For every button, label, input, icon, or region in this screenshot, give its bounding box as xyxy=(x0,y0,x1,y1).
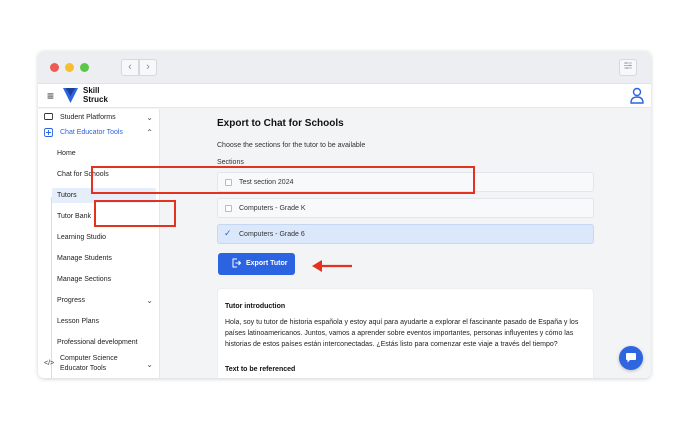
chat-bubble-icon xyxy=(626,353,636,363)
tutor-introduction-heading: Tutor introduction xyxy=(225,303,286,310)
chevron-down-icon: ⌄ xyxy=(146,296,153,305)
logo-text: Skill Struck xyxy=(83,86,108,104)
close-window-button[interactable] xyxy=(50,63,59,72)
sections-label: Sections xyxy=(217,159,244,166)
submenu-divider xyxy=(51,197,52,378)
sidebar-item-progress[interactable]: Progress ⌄ xyxy=(52,293,156,308)
back-button[interactable]: ‹ xyxy=(121,59,139,76)
main-content: Export to Chat for Schools Choose the se… xyxy=(161,109,651,378)
sidebar-item-label: Chat Educator Tools xyxy=(60,129,123,136)
sidebar-item-label-line-2: Educator Tools xyxy=(60,365,107,372)
sidebar-item-chat-educator-tools[interactable]: Chat Educator Tools ⌃ xyxy=(38,126,160,142)
sidebar-item-label: Tutor Bank xyxy=(57,213,91,220)
skillstruck-logo-icon xyxy=(63,88,78,103)
sidebar-item-home[interactable]: Home xyxy=(52,146,156,161)
sidebar-item-label-line-1: Computer Science xyxy=(60,355,118,362)
chat-support-button[interactable] xyxy=(619,346,643,370)
logo-line-1: Skill xyxy=(83,86,100,95)
section-option-label: Computers - Grade 6 xyxy=(239,231,305,238)
page-title: Export to Chat for Schools xyxy=(217,118,344,129)
sidebar-item-label: Computer Science Educator Tools xyxy=(60,354,118,374)
export-tutor-button[interactable]: Export Tutor xyxy=(218,253,295,275)
minimize-window-button[interactable] xyxy=(65,63,74,72)
section-option-computers-grade-6[interactable]: ✓ Computers - Grade 6 xyxy=(217,224,594,244)
tutor-introduction-text: Hola, soy tu tutor de historia española … xyxy=(225,319,579,348)
sidebar-item-label: Professional development xyxy=(57,339,138,346)
sidebar-item-computer-science-educator-tools[interactable]: </> Computer Science Educator Tools ⌄ xyxy=(38,353,160,377)
logo-line-2: Struck xyxy=(83,95,108,104)
pointer-arrow-icon xyxy=(312,260,352,272)
sidebar-item-professional-development[interactable]: Professional development xyxy=(52,335,156,350)
sidebar-item-label: Manage Students xyxy=(57,255,112,262)
sidebar-item-manage-sections[interactable]: Manage Sections xyxy=(52,272,156,287)
sidebar-item-label: Home xyxy=(57,150,76,157)
export-button-highlight xyxy=(94,200,176,227)
sidebar-item-label: Student Platforms xyxy=(60,114,116,121)
sidebar-item-label: Progress xyxy=(57,297,86,304)
sidebar-item-label: Lesson Plans xyxy=(57,318,100,325)
sidebar-item-manage-students[interactable]: Manage Students xyxy=(52,251,156,266)
text-to-be-referenced-heading: Text to be referenced xyxy=(225,366,296,373)
hamburger-menu-icon[interactable]: ≡ xyxy=(47,89,54,103)
forward-button[interactable]: › xyxy=(139,59,157,76)
chat-tool-icon xyxy=(44,128,54,138)
chevron-up-icon: ⌃ xyxy=(146,128,153,137)
section-option-label: Computers - Grade K xyxy=(239,205,306,212)
tutor-details-card: Tutor introduction Hola, soy tu tutor de… xyxy=(217,288,594,378)
sidebar-item-label: Tutors xyxy=(57,192,77,199)
page-description: Choose the sections for the tutor to be … xyxy=(217,142,366,149)
sidebar-item-lesson-plans[interactable]: Lesson Plans xyxy=(52,314,156,329)
checkmark-icon[interactable]: ✓ xyxy=(224,228,232,239)
sidebar-item-student-platforms[interactable]: Student Platforms ⌄ xyxy=(38,111,160,127)
export-tutor-label: Export Tutor xyxy=(246,260,288,267)
sidebar-item-label: Learning Studio xyxy=(57,234,107,241)
section-option-computers-grade-k[interactable]: Computers - Grade K xyxy=(217,198,594,218)
sliders-icon[interactable] xyxy=(619,59,637,76)
user-profile-icon[interactable] xyxy=(630,87,644,104)
sidebar: Student Platforms ⌄ Chat Educator Tools … xyxy=(38,109,160,378)
chevron-down-icon: ⌄ xyxy=(146,360,153,369)
title-bar: ‹ › xyxy=(38,51,651,84)
chevron-down-icon: ⌄ xyxy=(146,113,153,122)
screen-icon xyxy=(44,113,54,123)
sidebar-item-label: Manage Sections xyxy=(57,276,112,283)
selected-section-highlight xyxy=(91,166,475,194)
export-icon xyxy=(231,258,242,270)
code-icon: </> xyxy=(44,360,55,367)
maximize-window-button[interactable] xyxy=(80,63,89,72)
app-header: ≡ Skill Struck xyxy=(38,84,651,108)
checkbox[interactable] xyxy=(225,205,232,212)
sidebar-item-learning-studio[interactable]: Learning Studio xyxy=(52,230,156,245)
